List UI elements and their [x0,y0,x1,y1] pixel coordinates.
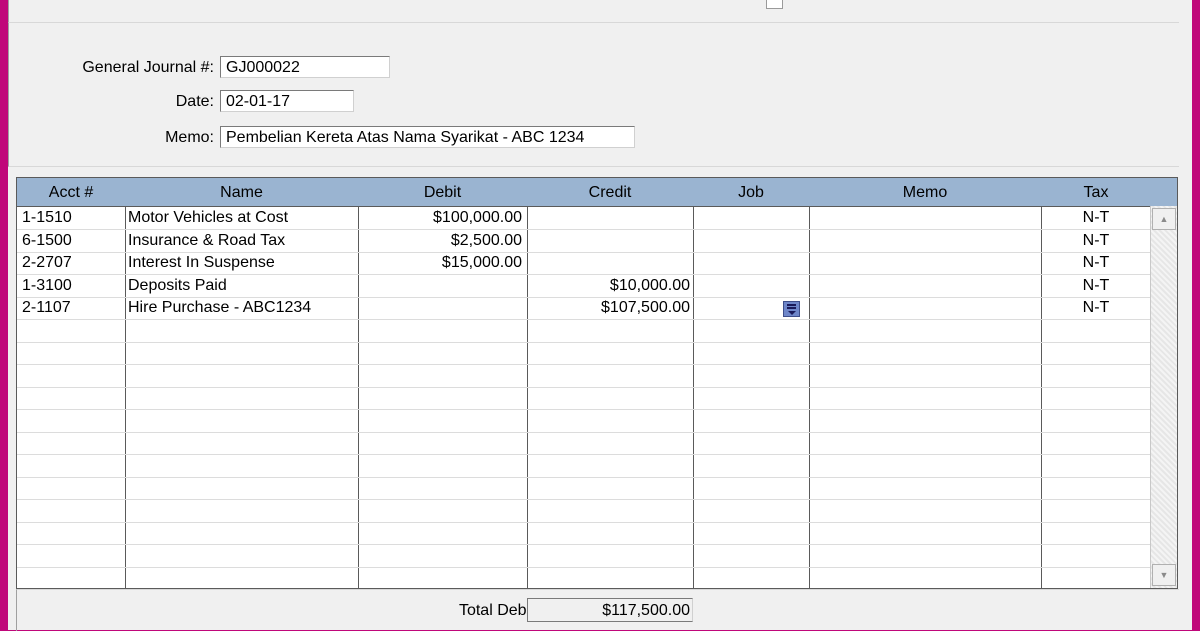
row-3-debit[interactable]: $15,000.00 [362,253,522,273]
row-5-credit[interactable]: $107,500.00 [531,298,690,318]
row-divider [17,432,1151,433]
total-debit-value: $117,500.00 [527,598,693,622]
row-divider [17,522,1151,523]
header-tax[interactable]: Tax [1041,184,1151,202]
row-divider [17,477,1151,478]
column-divider [125,206,126,588]
row-divider [17,544,1151,545]
journal-lines-grid: Acct # Name Debit Credit Job Memo Tax 1-… [16,177,1178,589]
column-divider [358,206,359,588]
row-4-credit[interactable]: $10,000.00 [531,276,690,296]
row-divider [17,342,1151,343]
date-label: Date: [175,93,214,110]
row-2-debit[interactable]: $2,500.00 [362,231,522,251]
header-memo[interactable]: Memo [809,184,1041,202]
grid-header: Acct # Name Debit Credit Job Memo Tax [17,178,1177,207]
row-1-debit[interactable]: $100,000.00 [362,208,522,228]
memo-row: Memo: [9,126,214,150]
row-1-name[interactable]: Motor Vehicles at Cost [128,208,288,228]
list-dropdown-icon[interactable] [783,301,800,317]
row-5-acct[interactable]: 2-1107 [22,298,71,318]
date-row: Date: [9,90,214,114]
row-3-tax[interactable]: N-T [1041,253,1151,273]
column-divider [693,206,694,588]
row-divider [17,229,1151,230]
journal-header-panel: General Journal #: GJ000022 Date: 02-01-… [8,23,1179,167]
row-2-name[interactable]: Insurance & Road Tax [128,231,285,251]
header-acct[interactable]: Acct # [17,184,125,202]
totals-footer: Total Debit: $117,500.00 [16,589,1179,631]
header-credit[interactable]: Credit [527,184,693,202]
memo-field[interactable]: Pembelian Kereta Atas Nama Syarikat - AB… [220,126,635,148]
row-4-tax[interactable]: N-T [1041,276,1151,296]
top-checkbox[interactable] [766,0,783,9]
row-4-acct[interactable]: 1-3100 [22,276,72,296]
journal-number-label: General Journal #: [82,59,214,76]
row-2-acct[interactable]: 6-1500 [22,231,72,251]
total-debit-label: Total Debit: [458,602,539,619]
journal-number-field[interactable]: GJ000022 [220,56,390,78]
row-divider [17,454,1151,455]
scroll-down-icon[interactable]: ▼ [1152,564,1176,586]
row-divider [17,274,1151,275]
row-5-tax[interactable]: N-T [1041,298,1151,318]
header-job[interactable]: Job [693,184,809,202]
row-divider [17,567,1151,568]
row-divider [17,499,1151,500]
row-3-name[interactable]: Interest In Suspense [128,253,275,273]
row-divider [17,364,1151,365]
scroll-up-icon[interactable]: ▲ [1152,208,1176,230]
journal-number-row: General Journal #: [9,56,214,80]
row-4-name[interactable]: Deposits Paid [128,276,227,296]
row-divider [17,387,1151,388]
date-field[interactable]: 02-01-17 [220,90,354,112]
row-5-name[interactable]: Hire Purchase - ABC1234 [128,298,311,318]
row-divider [17,409,1151,410]
column-divider [809,206,810,588]
row-2-tax[interactable]: N-T [1041,231,1151,251]
row-divider [17,319,1151,320]
header-name[interactable]: Name [125,184,358,202]
top-toolbar-strip [8,0,1179,23]
header-debit[interactable]: Debit [358,184,527,202]
column-divider [527,206,528,588]
row-3-acct[interactable]: 2-2707 [22,253,72,273]
grid-vertical-scrollbar[interactable]: ▲ ▼ [1150,206,1177,588]
row-1-tax[interactable]: N-T [1041,208,1151,228]
row-1-acct[interactable]: 1-1510 [22,208,72,228]
memo-label: Memo: [165,129,214,146]
